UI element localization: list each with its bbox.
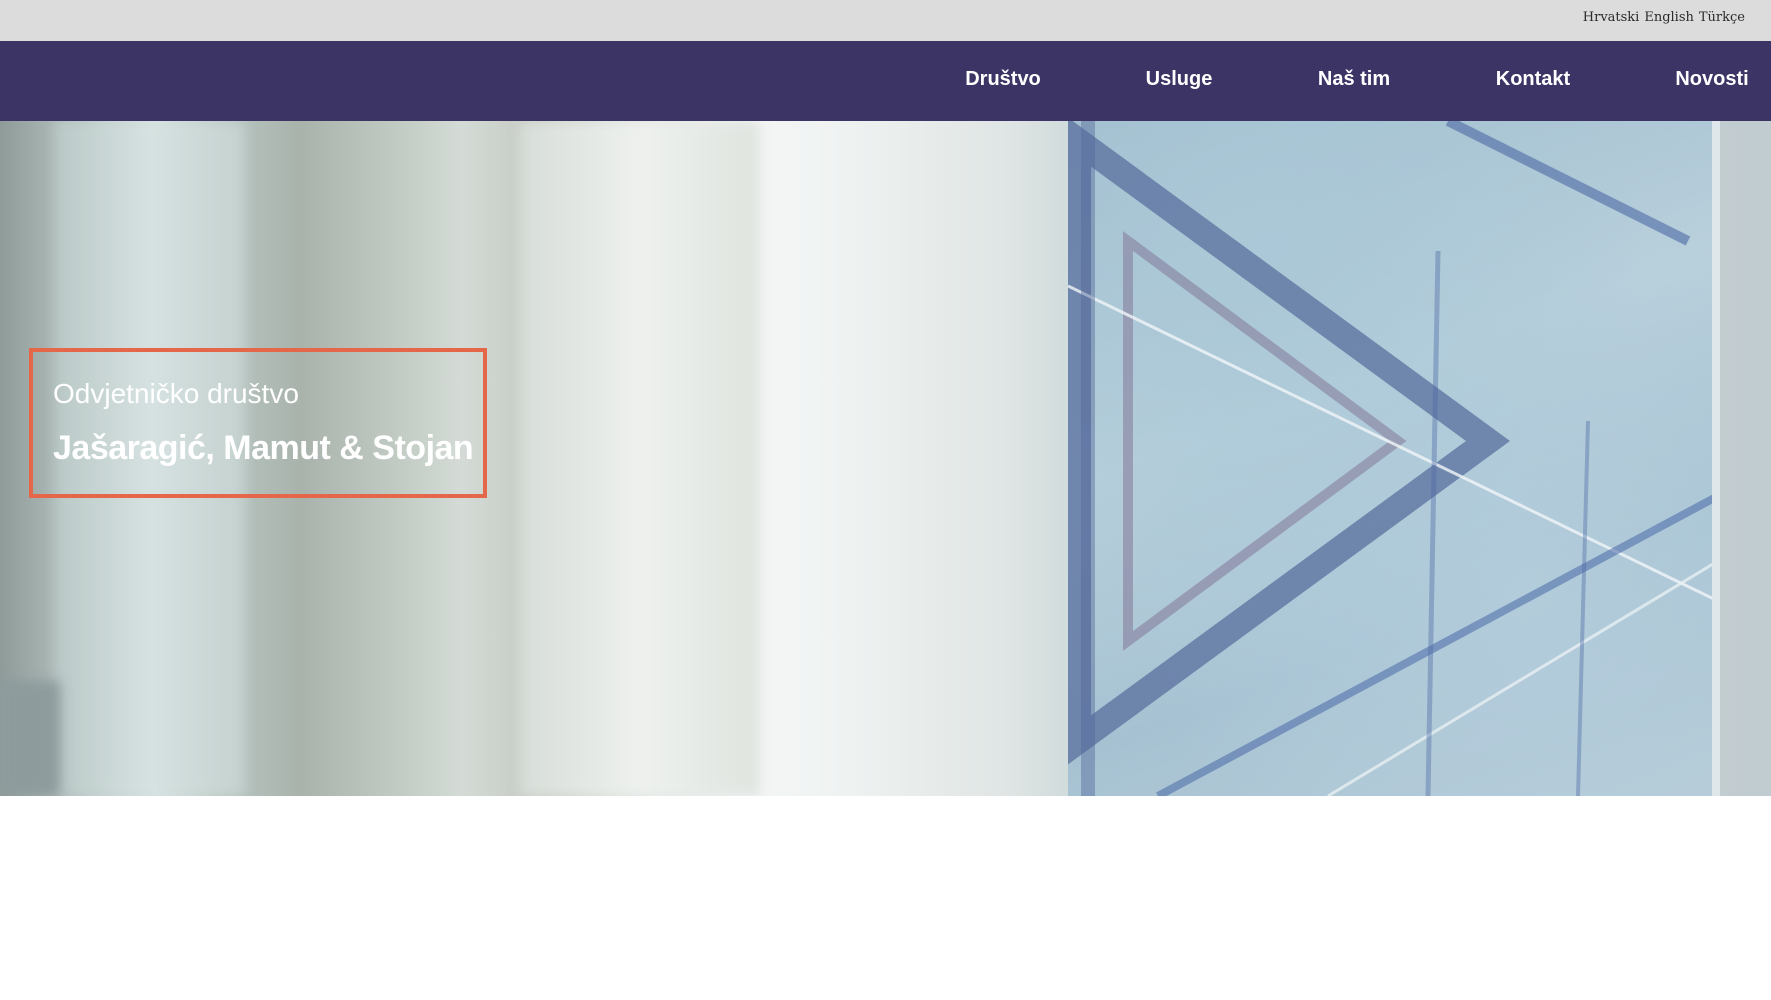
nav-item-novosti[interactable]: Novosti xyxy=(1675,68,1748,91)
background-pillar xyxy=(520,121,760,796)
hero-subtitle: Odvjetničko društvo xyxy=(53,378,299,409)
lang-link-hrvatski[interactable]: Hrvatski xyxy=(1583,10,1640,25)
hero-banner: Odvjetničko društvo Jašaragić, Mamut & S… xyxy=(0,121,1771,796)
lang-link-turkce[interactable]: Türkçe xyxy=(1699,10,1745,25)
lang-link-english[interactable]: English xyxy=(1644,10,1694,25)
main-navigation: Društvo Usluge Naš tim Kontakt Novosti xyxy=(0,41,1771,121)
background-shadow xyxy=(0,681,60,796)
language-switcher: Hrvatski English Türkçe xyxy=(1583,10,1745,25)
language-bar: Hrvatski English Türkçe xyxy=(0,0,1771,41)
artwork-pattern xyxy=(1065,121,1720,796)
artwork-frame-edge xyxy=(1712,121,1720,796)
nav-item-nas-tim[interactable]: Naš tim xyxy=(1318,68,1390,91)
artwork-image xyxy=(1065,121,1720,796)
nav-item-usluge[interactable]: Usluge xyxy=(1146,68,1213,91)
hero-title: Jašaragić, Mamut & Stojan xyxy=(53,429,474,467)
nav-item-drustvo[interactable]: Društvo xyxy=(965,68,1041,91)
hero-title-box: Odvjetničko društvo Jašaragić, Mamut & S… xyxy=(29,348,487,498)
nav-item-kontakt[interactable]: Kontakt xyxy=(1496,68,1570,91)
